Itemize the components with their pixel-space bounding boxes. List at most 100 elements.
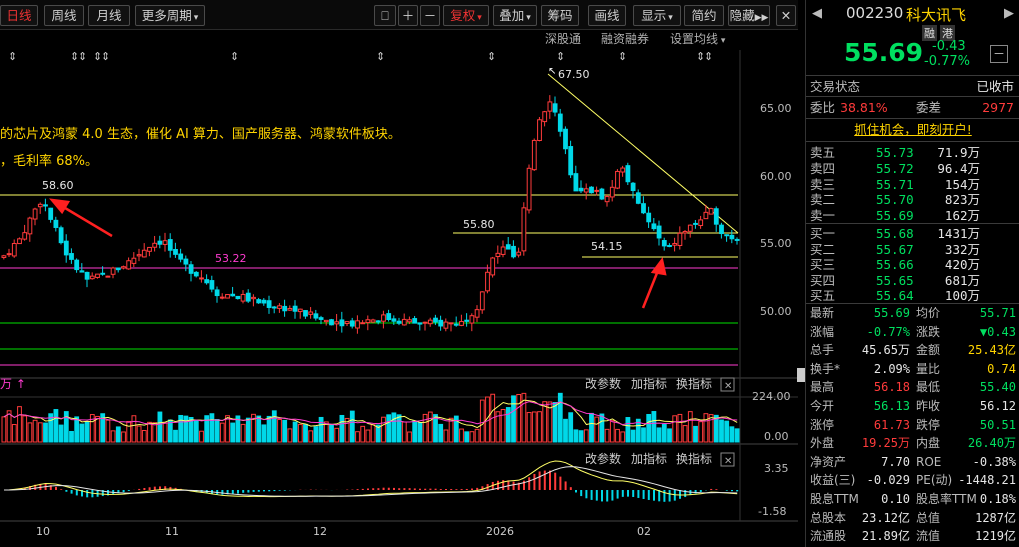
candle-body <box>531 139 537 171</box>
candle-body <box>698 219 704 227</box>
candle-body <box>303 310 308 317</box>
label-55-80: 55.80 <box>463 218 495 231</box>
event-marker-icon[interactable]: ⇕ <box>704 50 713 63</box>
candle-body <box>635 192 641 204</box>
volume-bar <box>698 421 704 443</box>
y-tick: 50.00 <box>760 305 792 318</box>
quote-panel: ◀ ▶ 002230 科大讯飞 融 港 55.69 -0.43 -0.77% －… <box>805 0 1019 547</box>
volume-bar <box>230 422 236 443</box>
candle-body <box>136 254 142 257</box>
volume-bar <box>651 411 657 443</box>
volume-bar <box>427 411 433 443</box>
volume-bar <box>282 419 288 443</box>
sgt-link[interactable]: 深股通 <box>545 30 581 50</box>
vol-switch-indicator-button[interactable]: 换指标 <box>676 376 712 391</box>
volume-bar <box>448 417 454 443</box>
candlestick-chart[interactable]: ⇕ ⇕ ⇕ ⇕ ⇕ ⇕ ⇕ ⇕ ⇕ ⇕ ⇕ ⇕ 67.50 58.60 55.80 54.15 53.… <box>0 50 798 547</box>
ask-level-label: 卖三 <box>810 176 836 192</box>
candle-body <box>422 321 428 324</box>
ma-settings-label: 设置均线 <box>670 32 719 46</box>
margin-link[interactable]: 融资融券 <box>601 30 649 50</box>
vol-change-param-button[interactable]: 改参数 <box>585 376 621 391</box>
candle-body <box>183 258 189 265</box>
collapse-icon[interactable]: － <box>990 45 1008 63</box>
chart-scroll-handle[interactable] <box>797 368 805 382</box>
candle-body <box>469 315 475 324</box>
event-marker-icon[interactable]: ⇕ <box>101 50 110 63</box>
volume-bar <box>396 414 402 443</box>
event-marker-icon[interactable]: ⇕ <box>230 50 239 63</box>
hide-button[interactable]: 隐藏▶▶ <box>728 5 770 26</box>
candle-body <box>505 244 511 250</box>
stat-value: 19.25万 <box>861 436 910 451</box>
next-stock-icon[interactable]: ▶ <box>1004 6 1014 21</box>
macd-switch-indicator-button[interactable]: 换指标 <box>676 451 712 466</box>
candle-body <box>412 318 418 324</box>
stat-value: 21.89亿 <box>861 529 910 544</box>
open-account-link[interactable]: 抓住机会，即刻开户! <box>854 122 972 137</box>
vol-add-indicator-button[interactable]: 加指标 <box>631 376 667 391</box>
candle-body <box>53 219 59 228</box>
volume-bar <box>656 427 662 443</box>
volume-bar <box>167 419 173 443</box>
bid-price: 55.65 <box>876 272 914 288</box>
x-label: 11 <box>165 525 179 538</box>
event-marker-icon[interactable]: ⇕ <box>78 50 87 63</box>
period-month-button[interactable]: 月线 <box>88 5 130 26</box>
volume-bar <box>438 423 444 443</box>
event-marker-icon[interactable]: ⇕ <box>556 50 565 63</box>
more-period-label: 更多周期 <box>141 8 192 23</box>
event-marker-icon[interactable]: ⇕ <box>8 50 17 63</box>
volume-bar <box>661 424 667 443</box>
candle-body <box>526 167 532 211</box>
candle-body <box>22 232 28 240</box>
volume-bar <box>136 425 142 443</box>
display-label: 显示 <box>641 8 667 23</box>
overlay-dropdown[interactable]: 叠加 ▾ <box>493 5 537 26</box>
volume-bar <box>370 424 376 443</box>
stat-value: 61.73 <box>873 417 910 432</box>
close-icon[interactable]: ✕ <box>776 5 796 26</box>
candle-body <box>1 255 7 258</box>
hide-label: 隐藏 <box>729 8 755 23</box>
stat-label: 跌停 <box>916 417 941 432</box>
candle-body <box>48 207 54 220</box>
stat-value: -0.38% <box>972 454 1016 469</box>
weicha-value: 2977 <box>982 100 1014 115</box>
macd-add-indicator-button[interactable]: 加指标 <box>631 451 667 466</box>
volume-bar <box>219 422 225 443</box>
candle-body <box>32 208 38 220</box>
stat-label: 最低 <box>916 380 941 395</box>
prev-stock-icon[interactable]: ◀ <box>812 6 822 21</box>
lock-icon[interactable]: ⎕ <box>374 5 396 26</box>
volume-bar <box>245 417 251 443</box>
chips-button[interactable]: 筹码 <box>541 5 579 26</box>
candle-body <box>427 319 433 325</box>
stat-value: 25.43亿 <box>967 343 1016 358</box>
bid-volume: 681万 <box>944 272 980 288</box>
display-dropdown[interactable]: 显示 ▾ <box>633 5 681 26</box>
simple-mode-button[interactable]: 简约 <box>684 5 724 26</box>
zoom-in-icon[interactable]: ＋ <box>398 5 418 26</box>
stat-label: 金额 <box>916 343 941 358</box>
event-marker-icon[interactable]: ⇕ <box>618 50 627 63</box>
event-marker-icon[interactable]: ⇕ <box>376 50 385 63</box>
event-marker-icon[interactable]: ⇕ <box>487 50 496 63</box>
stat-value: 55.40 <box>979 380 1016 395</box>
period-day-button[interactable]: 日线 <box>0 5 38 26</box>
stat-label: 均价 <box>916 306 941 320</box>
macd-tick: 3.35 <box>764 462 789 475</box>
zoom-out-icon[interactable]: － <box>420 5 440 26</box>
candle-body <box>630 182 636 192</box>
candle-body <box>214 289 220 297</box>
candle-body <box>615 170 620 189</box>
candle-body <box>386 313 392 321</box>
macd-change-param-button[interactable]: 改参数 <box>585 451 621 466</box>
candle-body <box>261 299 267 304</box>
fuquan-dropdown[interactable]: 复权 ▾ <box>443 5 489 26</box>
more-period-dropdown[interactable]: 更多周期 ▾ <box>135 5 205 26</box>
draw-line-button[interactable]: 画线 <box>588 5 626 26</box>
ma-settings-dropdown[interactable]: 设置均线 ▾ <box>670 30 725 50</box>
period-week-button[interactable]: 周线 <box>44 5 84 26</box>
candle-body <box>568 146 574 176</box>
